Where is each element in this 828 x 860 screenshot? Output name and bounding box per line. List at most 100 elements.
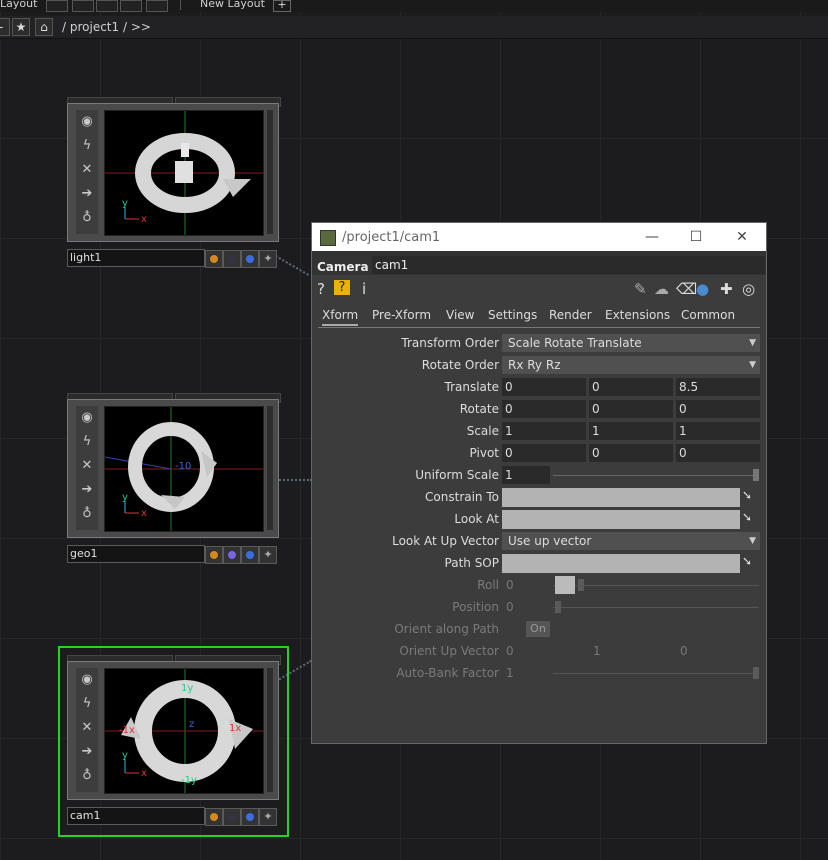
arrow-right-icon[interactable]: ➔ [78, 743, 96, 761]
home-icon[interactable]: ⌂ [35, 18, 53, 36]
layout-split-button[interactable] [72, 0, 94, 12]
rotate-order-menu[interactable]: Rx Ry Rz ▼ [502, 356, 760, 374]
tab-xform[interactable]: Xform [322, 308, 359, 326]
op-header: Camera cam1 [312, 251, 766, 275]
display-flag[interactable] [241, 250, 259, 268]
display-flag[interactable] [241, 546, 259, 564]
look-at-up-menu[interactable]: Use up vector ▼ [502, 532, 760, 550]
node-geo1[interactable]: ◉ ϟ ✕ ➔ ♁ -10 y x geo1 ✦ [67, 393, 281, 565]
layout-single-button[interactable] [46, 0, 68, 12]
look-at-field[interactable] [502, 510, 740, 529]
pin-icon[interactable]: ✦ [259, 546, 277, 564]
rotate-y-field[interactable]: 0 [589, 400, 673, 418]
layout-triple-button[interactable] [120, 0, 142, 12]
lock-icon[interactable]: ♁ [78, 767, 96, 785]
translate-x-field[interactable]: 0 [502, 378, 586, 396]
node-cam1[interactable]: ◉ ϟ ✕ ➔ ♁ 1y -1x 1x -1y z y x cam1 ✦ [67, 655, 281, 827]
node-light1[interactable]: ◉ ϟ ✕ ➔ ♁ y x light1 ✦ [67, 97, 281, 269]
info-icon[interactable]: i [362, 280, 366, 298]
bypass-x-icon[interactable]: ✕ [78, 161, 96, 179]
cook-flag[interactable] [205, 546, 223, 564]
tab-view[interactable]: View [446, 308, 474, 322]
help-icon[interactable]: ? [317, 280, 325, 298]
dialog-title: /project1/cam1 [342, 230, 441, 245]
scale-z-field[interactable]: 1 [676, 422, 760, 440]
param-look-at-up: Look At Up Vector Use up vector ▼ [312, 531, 766, 551]
rotate-z-field[interactable]: 0 [676, 400, 760, 418]
comment-icon[interactable]: ☁ [654, 280, 669, 298]
edit-pencil-icon[interactable]: ✎ [634, 280, 647, 298]
node-scrollbar[interactable] [267, 406, 273, 530]
pivot-z-field[interactable]: 0 [676, 444, 760, 462]
pivot-y-field[interactable]: 0 [589, 444, 673, 462]
viewer-flag[interactable] [223, 546, 241, 564]
pin-icon[interactable]: ✦ [259, 808, 277, 826]
uniform-scale-field[interactable]: 1 [502, 466, 550, 484]
node-body[interactable]: ◉ ϟ ✕ ➔ ♁ -10 y x [67, 399, 279, 538]
viewer-icon[interactable]: ◉ [78, 409, 96, 427]
node-body[interactable]: ◉ ϟ ✕ ➔ ♁ 1y -1x 1x -1y z y x [67, 661, 279, 800]
translate-z-field[interactable]: 8.5 [676, 378, 760, 396]
lock-icon[interactable]: ♁ [78, 209, 96, 227]
op-pick-arrow-icon[interactable]: ➘ [742, 554, 760, 572]
node-body[interactable]: ◉ ϟ ✕ ➔ ♁ y x [67, 103, 279, 242]
network-path[interactable]: / project1 / >> [62, 20, 151, 34]
node-viewport[interactable]: -10 y x [104, 406, 264, 532]
node-scrollbar[interactable] [267, 110, 273, 234]
cook-flag[interactable] [205, 808, 223, 826]
viewer-flag[interactable] [223, 250, 241, 268]
node-name-geo1[interactable]: geo1 [67, 545, 205, 563]
scale-y-field[interactable]: 1 [589, 422, 673, 440]
lightning-icon[interactable]: ϟ [78, 137, 96, 155]
target-icon[interactable]: ◎ [742, 280, 755, 298]
translate-y-field[interactable]: 0 [589, 378, 673, 396]
dialog-titlebar[interactable]: /project1/cam1 — ☐ ✕ [312, 223, 766, 251]
add-layout-button[interactable]: + [273, 0, 291, 12]
bypass-x-icon[interactable]: ✕ [78, 457, 96, 475]
rotate-x-field[interactable]: 0 [502, 400, 586, 418]
tab-render[interactable]: Render [549, 308, 592, 322]
arrow-right-icon[interactable]: ➔ [78, 185, 96, 203]
node-viewport[interactable]: 1y -1x 1x -1y z y x [104, 668, 264, 794]
scale-x-field[interactable]: 1 [502, 422, 586, 440]
tab-pre-xform[interactable]: Pre-Xform [372, 308, 431, 322]
bypass-x-icon[interactable]: ✕ [78, 719, 96, 737]
maximize-icon[interactable]: ☐ [686, 227, 706, 247]
add-param-icon[interactable]: ✚ [720, 280, 733, 298]
op-help-icon[interactable]: ? [334, 280, 350, 295]
node-name-light1[interactable]: light1 [67, 249, 205, 267]
tab-extensions[interactable]: Extensions [605, 308, 670, 322]
pin-icon[interactable]: ✦ [259, 250, 277, 268]
bookmark-star-icon[interactable]: ★ [12, 18, 30, 36]
uniform-scale-slider[interactable] [553, 475, 759, 476]
op-name-field[interactable]: cam1 [372, 256, 765, 274]
tab-common[interactable]: Common [681, 308, 735, 322]
minimize-icon[interactable]: — [642, 227, 662, 247]
lightning-icon[interactable]: ϟ [78, 433, 96, 451]
pivot-x-field[interactable]: 0 [502, 444, 586, 462]
lightning-icon[interactable]: ϟ [78, 695, 96, 713]
arrow-right-icon[interactable]: ➔ [78, 481, 96, 499]
path-sop-field[interactable] [502, 554, 740, 573]
layout-quad-button[interactable] [146, 0, 168, 12]
python-icon[interactable]: ● [696, 280, 709, 298]
constrain-to-field[interactable] [502, 488, 740, 507]
op-pick-arrow-icon[interactable]: ➘ [742, 488, 760, 506]
layout-horizontal-button[interactable] [96, 0, 118, 12]
slider-handle[interactable] [753, 469, 759, 481]
node-scrollbar[interactable] [267, 668, 273, 792]
node-name-cam1[interactable]: cam1 [67, 807, 205, 825]
node-viewport[interactable]: y x [104, 110, 264, 236]
cook-flag[interactable] [205, 250, 223, 268]
lock-icon[interactable]: ♁ [78, 505, 96, 523]
display-flag[interactable] [241, 808, 259, 826]
viewer-icon[interactable]: ◉ [78, 671, 96, 689]
transform-order-menu[interactable]: Scale Rotate Translate ▼ [502, 334, 760, 352]
viewer-flag[interactable] [223, 808, 241, 826]
tab-settings[interactable]: Settings [488, 308, 537, 322]
eraser-icon[interactable]: ⌫ [676, 280, 697, 298]
close-icon[interactable]: ✕ [732, 227, 752, 247]
back-button[interactable]: - [0, 18, 10, 36]
op-pick-arrow-icon[interactable]: ➘ [742, 510, 760, 528]
viewer-icon[interactable]: ◉ [78, 113, 96, 131]
